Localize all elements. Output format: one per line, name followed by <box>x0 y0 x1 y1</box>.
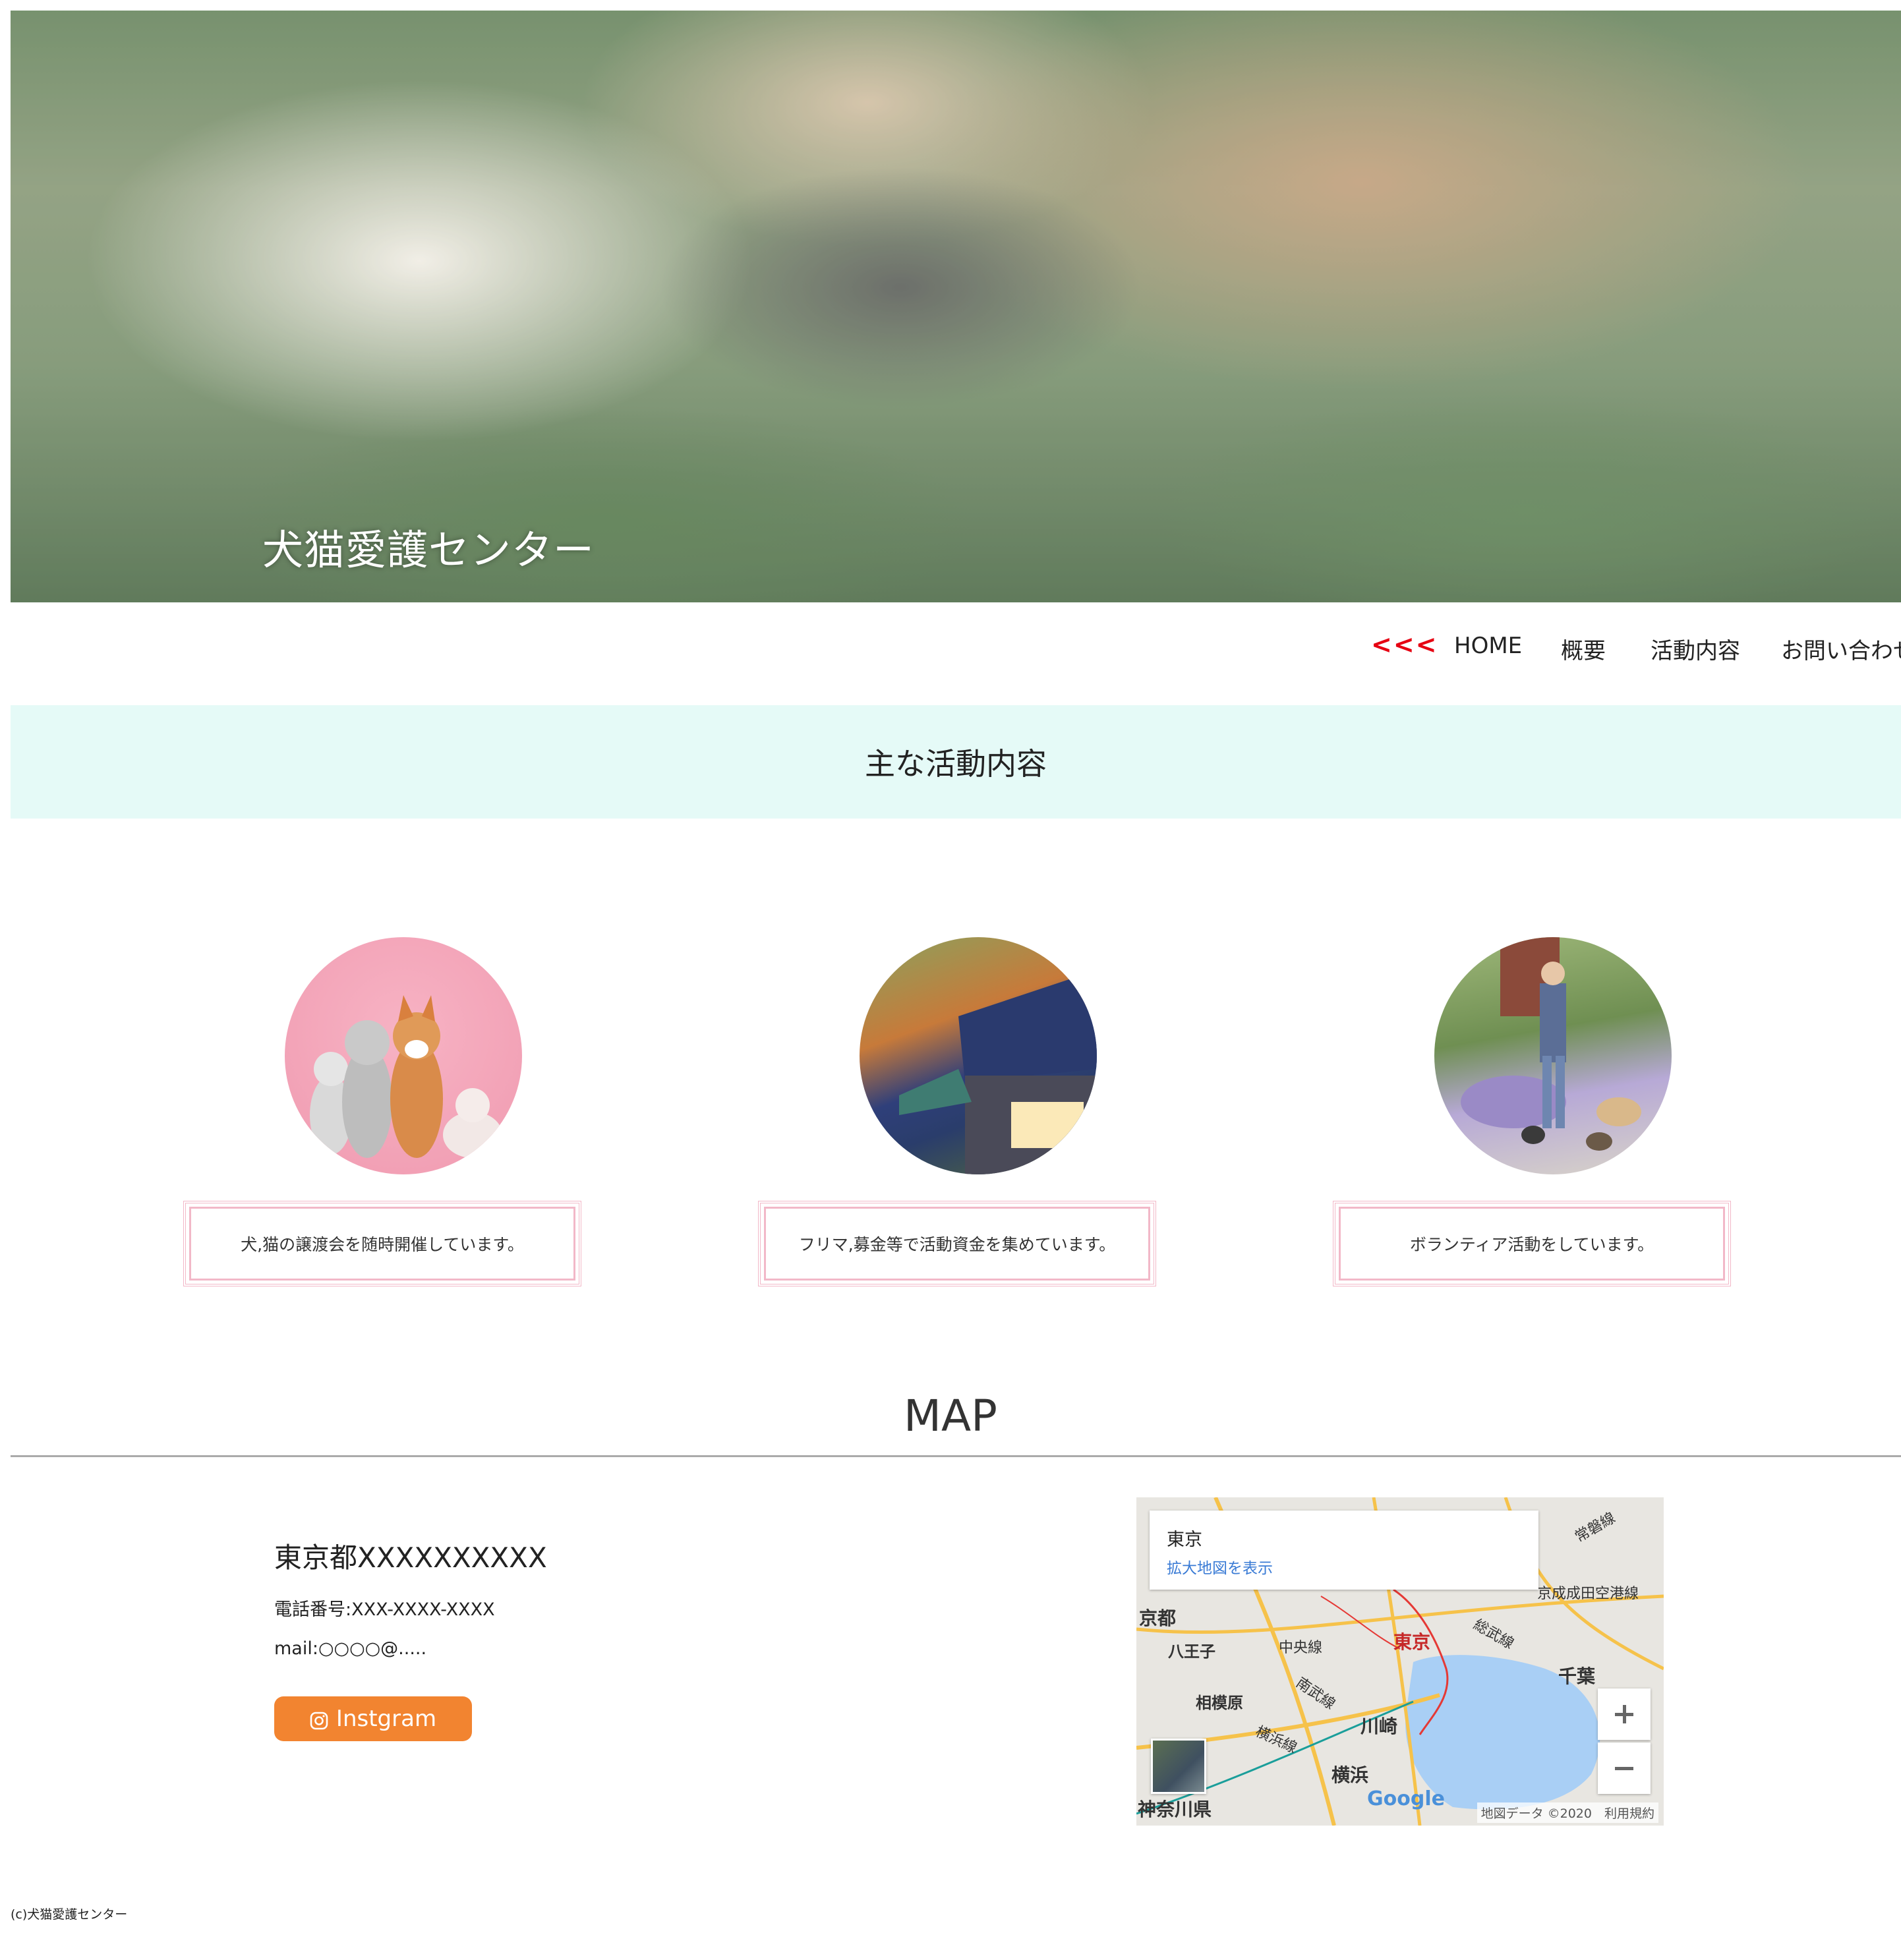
mail-text: mail:○○○○@..... <box>274 1638 427 1659</box>
zoom-out-button[interactable] <box>1598 1743 1651 1794</box>
map-label-keisei-line: 京成成田空港線 <box>1537 1586 1639 1602</box>
footer-copyright: (c)犬猫愛護センター <box>11 1907 128 1922</box>
instagram-label: Instgram <box>336 1706 437 1732</box>
hero-overlay <box>11 11 1901 602</box>
instagram-button[interactable]: Instgram <box>274 1696 472 1741</box>
address-text: 東京都XXXXXXXXXX <box>274 1542 547 1574</box>
map-label-kanagawa: 神奈川県 <box>1138 1799 1212 1820</box>
activity-image-flea-market <box>860 937 1097 1174</box>
map-label-tokyo-to: 京都 <box>1139 1607 1177 1629</box>
nav-item-home[interactable]: HOME <box>1454 633 1522 659</box>
activity-caption-fundraising: フリマ,募金等で活動資金を集めています。 <box>758 1201 1156 1286</box>
map-label-hachioji: 八王子 <box>1168 1642 1215 1661</box>
minus-icon <box>1615 1767 1633 1770</box>
main-nav: <<< HOME 概要 活動内容 お問い合わせ <box>1371 626 1901 668</box>
activities-section-header: 主な活動内容 <box>11 705 1901 819</box>
map-label-tokyo: 東京 <box>1393 1631 1431 1653</box>
google-logo: Google <box>1367 1787 1445 1810</box>
map-heading: MAP <box>904 1391 997 1441</box>
zoom-in-button[interactable] <box>1598 1688 1651 1740</box>
google-map-embed[interactable]: 京都 八王子 中央線 東京 総武線 千葉 相模原 南武線 川崎 横浜線 横浜 神… <box>1136 1497 1664 1826</box>
activity-caption-adoption: 犬,猫の譲渡会を随時開催しています。 <box>183 1201 581 1286</box>
nav-item-contact[interactable]: お問い合わせ <box>1781 633 1901 665</box>
map-view-larger-link[interactable]: 拡大地図を表示 <box>1167 1555 1273 1578</box>
map-label-kawasaki: 川崎 <box>1360 1715 1398 1737</box>
satellite-toggle[interactable] <box>1151 1739 1206 1794</box>
activity-caption-volunteer: ボランティア活動をしています。 <box>1333 1201 1731 1286</box>
map-label-sagamihara: 相模原 <box>1196 1694 1243 1712</box>
activity-image-volunteer <box>1434 937 1672 1174</box>
activity-image-adoption <box>285 937 522 1174</box>
map-attribution[interactable]: 地図データ ©2020 利用規約 <box>1477 1802 1658 1823</box>
nav-item-overview[interactable]: 概要 <box>1561 633 1606 665</box>
nav-collapse-arrow[interactable]: <<< <box>1371 630 1438 659</box>
phone-text: 電話番号:XXX-XXXX-XXXX <box>274 1600 495 1620</box>
map-place-name: 東京 <box>1167 1530 1202 1550</box>
map-label-yokohama: 横浜 <box>1331 1764 1369 1786</box>
map-label-chuo-line: 中央線 <box>1279 1640 1323 1656</box>
nav-item-activities[interactable]: 活動内容 <box>1651 633 1740 665</box>
hero-banner: 犬猫愛護センター <box>11 11 1901 602</box>
section-title: 主な活動内容 <box>865 746 1047 782</box>
site-title: 犬猫愛護センター <box>262 526 595 574</box>
map-label-chiba: 千葉 <box>1558 1665 1596 1687</box>
plus-icon <box>1615 1705 1633 1723</box>
instagram-icon <box>310 1710 328 1730</box>
map-divider <box>11 1455 1901 1457</box>
map-info-card: 東京 拡大地図を表示 <box>1150 1511 1538 1590</box>
